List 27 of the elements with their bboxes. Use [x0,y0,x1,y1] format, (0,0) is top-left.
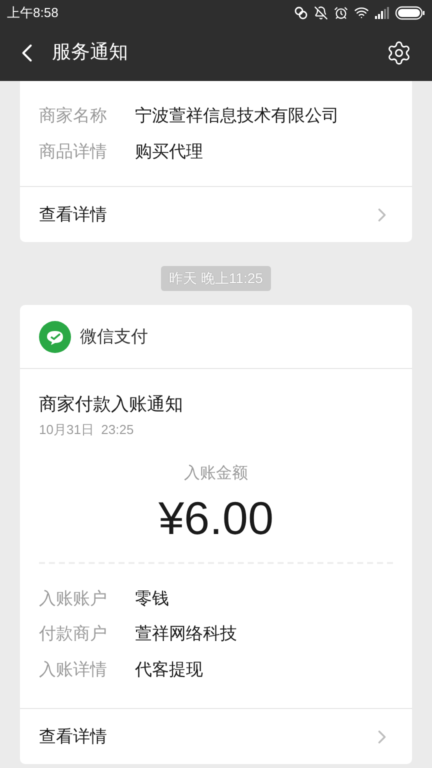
battery-icon [395,6,425,20]
field-value: 零钱 [135,588,169,610]
field-label: 商品详情 [39,140,108,162]
field-label: 入账账户 [39,588,108,610]
nav-title: 服务通知 [52,40,129,65]
alarm-icon [334,6,348,20]
amount: ¥6.00 [158,490,274,546]
signal-icon [375,6,389,18]
amount-label: 入账金额 [184,464,248,484]
notification-date: 10月31日 23:25 [39,421,135,439]
field-value: 购买代理 [135,140,203,162]
bell-off-icon [314,6,328,20]
view-details-link[interactable]: 查看详情 [20,186,412,242]
field-value: 萱祥网络科技 [135,623,237,645]
field-label: 入账详情 [39,658,108,680]
wifi-icon [354,5,369,20]
wechat-pay-logo-icon [39,320,71,352]
link-icon [294,6,308,20]
brand-name: 微信支付 [80,326,148,348]
field-value: 宁波萱祥信息技术有限公司 [135,105,339,127]
settings-icon[interactable] [386,40,412,66]
field-label: 商家名称 [39,105,108,127]
notification-title: 商家付款入账通知 [39,393,184,416]
field-value: 代客提现 [135,658,203,680]
status-time: 上午8:58 [7,4,58,22]
view-details-link[interactable]: 查看详情 [20,708,412,764]
field-label: 付款商户 [39,623,108,645]
